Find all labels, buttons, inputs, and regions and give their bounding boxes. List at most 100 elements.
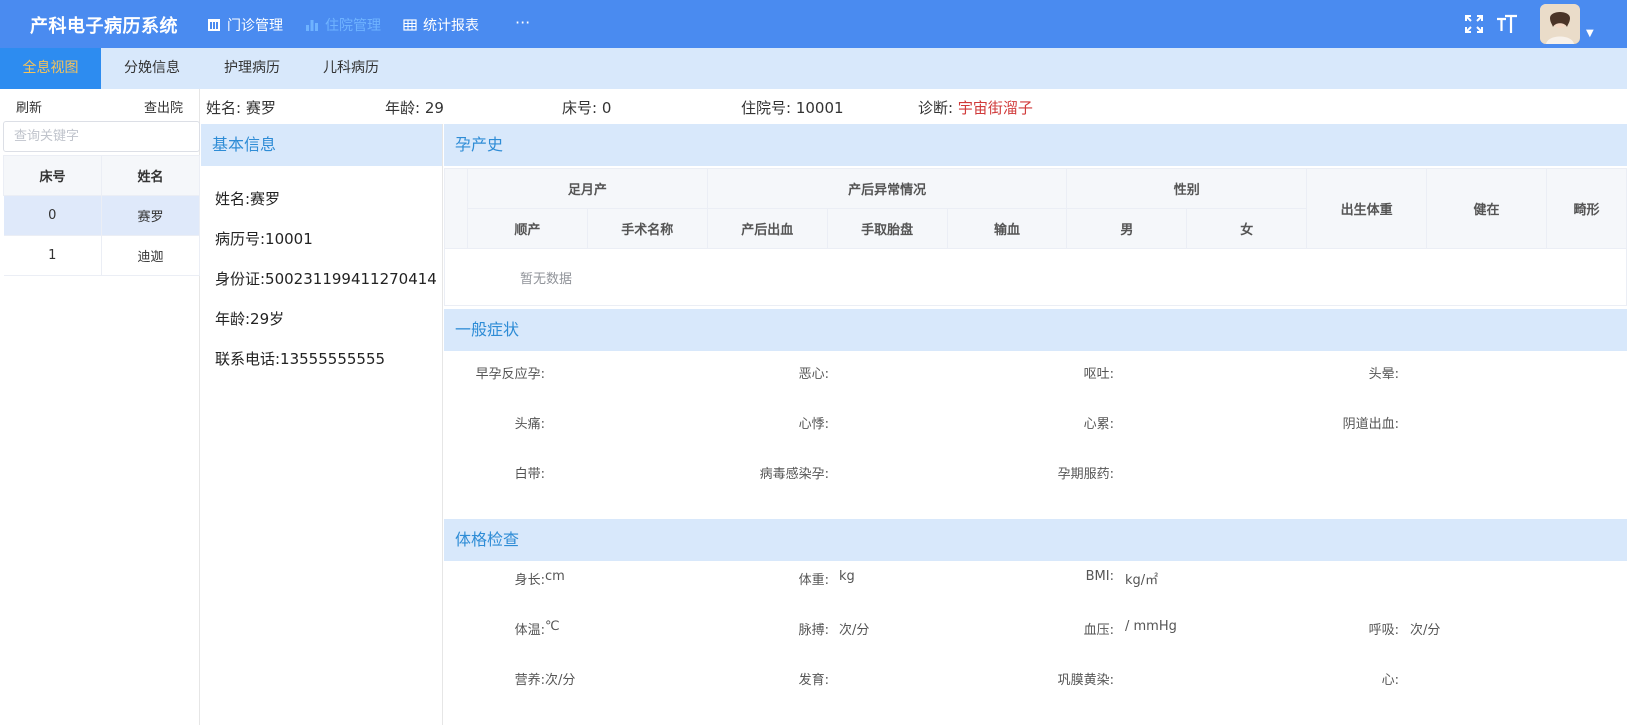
more-menu-button[interactable]: ··· — [515, 13, 530, 32]
tab-delivery[interactable]: 分娩信息 — [110, 48, 194, 89]
field-nausea: 恶心: — [798, 367, 829, 382]
age-value: 29 — [424, 99, 444, 117]
table-row[interactable]: 0 赛罗 — [3, 195, 200, 236]
cell-name: 赛罗 — [101, 195, 200, 236]
basic-phone: 联系电话:13555555555 — [215, 350, 386, 368]
unit-bmi: kg/㎡ — [1125, 573, 1159, 588]
top-navbar: 产科电子病历系统 门诊管理 住院管理 统计报表 ··· ▼ — [0, 0, 1627, 48]
grid-icon — [403, 19, 417, 31]
physical-exam-section: 体格检查 身长: cm 体重: kg BMI: kg/㎡ 体温: ℃ 脉搏: 次… — [444, 519, 1627, 725]
pregnancy-history-table: 足月产 产后异常情况 性别 出生体重 健在 畸形 顺产 手术名称 产后出血 手取… — [444, 168, 1627, 249]
avatar[interactable] — [1540, 4, 1580, 44]
field-vaginal-bleeding: 阴道出血: — [1342, 417, 1399, 432]
nav-inpatient[interactable]: 住院管理 — [305, 15, 381, 35]
search-input[interactable] — [3, 121, 200, 152]
col-natural-birth: 顺产 — [466, 208, 588, 249]
col-bed: 床号 — [3, 155, 102, 196]
unit-height: cm — [545, 569, 565, 584]
pregnancy-history-section: 孕产史 足月产 产后异常情况 性别 出生体重 健在 畸形 顺产 手术名称 产后出… — [444, 124, 1627, 308]
patient-table: 床号 姓名 0 赛罗 1 迪迦 — [3, 155, 200, 276]
empty-row: 暂无数据 — [444, 248, 1627, 306]
field-nutrition: 营养: — [514, 673, 545, 688]
table-row[interactable]: 1 迪迦 — [3, 235, 200, 276]
basic-info-panel: 基本信息 姓名:赛罗 病历号:10001 身份证:500231199411270… — [201, 124, 443, 725]
basic-record-no: 病历号:10001 — [215, 230, 313, 248]
blank-header — [444, 168, 468, 249]
bar-chart-icon — [306, 20, 318, 31]
diagnosis-label: 诊断: — [918, 99, 954, 117]
field-development: 发育: — [798, 673, 829, 688]
nav-outpatient[interactable]: 门诊管理 — [207, 15, 283, 35]
cell-name: 迪迦 — [101, 235, 200, 276]
name-value: 赛罗 — [245, 99, 276, 117]
col-transfusion: 输血 — [946, 208, 1068, 249]
name-label: 姓名: — [206, 99, 242, 117]
group-sex-header: 性别 — [1066, 168, 1308, 209]
refresh-button[interactable]: 刷新 — [16, 97, 42, 116]
field-medication: 孕期服药: — [1057, 467, 1114, 482]
nav-inpatient-label: 住院管理 — [325, 18, 381, 34]
col-male: 男 — [1066, 208, 1188, 249]
field-weight: 体重: — [798, 573, 829, 588]
field-bmi: BMI: — [1085, 569, 1114, 584]
admission-value: 10001 — [795, 99, 844, 117]
basic-info-title: 基本信息 — [201, 124, 442, 166]
discharged-query-button[interactable]: 查出院 — [144, 97, 183, 116]
col-pph: 产后出血 — [706, 208, 828, 249]
diagnosis-value: 宇宙街溜子 — [957, 99, 1033, 117]
unit-blood-pressure: / mmHg — [1125, 619, 1177, 634]
table-icon — [208, 19, 220, 31]
field-vomiting: 呕吐: — [1083, 367, 1114, 382]
symptoms-section: 一般症状 早孕反应孕: 恶心: 呕吐: 头晕: 头痛: 心悸: 心累: 阴道出血… — [444, 309, 1627, 509]
nav-reports[interactable]: 统计报表 — [403, 15, 479, 35]
field-morning-sickness: 早孕反应孕: — [475, 367, 545, 382]
age-label: 年龄: — [385, 99, 421, 117]
unit-nutrition: 次/分 — [545, 673, 576, 688]
field-heart: 心: — [1381, 673, 1399, 688]
chevron-down-icon[interactable]: ▼ — [1586, 28, 1594, 39]
tab-bar: 全息视图 分娩信息 护理病历 儿科病历 — [0, 48, 1627, 89]
symptoms-title: 一般症状 — [444, 309, 1627, 351]
field-fatigue: 心累: — [1083, 417, 1114, 432]
pregnancy-history-title: 孕产史 — [444, 124, 1627, 166]
admission-label: 住院号: — [741, 99, 792, 117]
field-blood-pressure: 血压: — [1083, 623, 1114, 638]
tab-pediatric[interactable]: 儿科病历 — [309, 48, 393, 89]
fullscreen-icon[interactable] — [1464, 14, 1484, 34]
group-term-header: 足月产 — [466, 168, 708, 209]
patient-bed-info: 床号: 0 — [562, 97, 611, 118]
unit-respiration: 次/分 — [1410, 623, 1441, 638]
cell-bed: 1 — [3, 235, 102, 276]
field-scleral-icterus: 巩膜黄染: — [1057, 673, 1114, 688]
field-temperature: 体温: — [514, 623, 545, 638]
col-female: 女 — [1186, 208, 1308, 249]
field-dizziness: 头晕: — [1368, 367, 1399, 382]
col-manual-placenta: 手取胎盘 — [826, 208, 948, 249]
unit-weight: kg — [839, 569, 855, 584]
empty-text: 暂无数据 — [520, 272, 573, 287]
col-birth-weight: 出生体重 — [1306, 168, 1428, 249]
nav-reports-label: 统计报表 — [423, 18, 479, 34]
field-headache: 头痛: — [514, 417, 545, 432]
cell-bed: 0 — [3, 195, 102, 236]
main-content: 孕产史 足月产 产后异常情况 性别 出生体重 健在 畸形 顺产 手术名称 产后出… — [444, 124, 1627, 725]
col-alive: 健在 — [1426, 168, 1547, 249]
field-leukorrhea: 白带: — [514, 467, 545, 482]
tab-overview[interactable]: 全息视图 — [0, 48, 101, 89]
field-height: 身长: — [514, 573, 545, 588]
patient-diagnosis-info: 诊断: 宇宙街溜子 — [918, 97, 1033, 118]
col-surgery-name: 手术名称 — [586, 208, 708, 249]
patient-admission-info: 住院号: 10001 — [741, 97, 844, 118]
unit-temperature: ℃ — [545, 619, 560, 634]
physical-exam-title: 体格检查 — [444, 519, 1627, 561]
field-palpitation: 心悸: — [798, 417, 829, 432]
field-respiration: 呼吸: — [1368, 623, 1399, 638]
col-deformity: 畸形 — [1545, 168, 1627, 249]
nav-outpatient-label: 门诊管理 — [227, 18, 283, 34]
tab-nursing[interactable]: 护理病历 — [210, 48, 294, 89]
patient-age-info: 年龄: 29 — [385, 97, 444, 118]
group-postpartum-header: 产后异常情况 — [706, 168, 1068, 209]
font-size-icon[interactable] — [1496, 13, 1518, 35]
basic-age: 年龄:29岁 — [215, 310, 285, 328]
avatar-image — [1540, 4, 1580, 44]
